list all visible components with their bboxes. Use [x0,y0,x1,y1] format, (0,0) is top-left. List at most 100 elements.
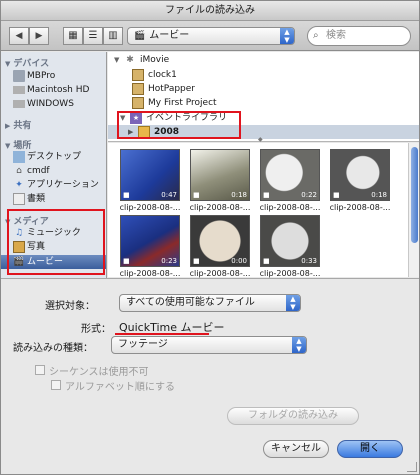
disclosure-triangle-icon: ▼ [114,56,120,64]
popup-arrows-icon: ▲ ▼ [280,28,294,44]
video-camera-icon: ■ [193,191,200,199]
video-camera-icon: ■ [333,191,340,199]
import-dialog: ファイルの読み込み ◀ ▶ ▦ ☰ ▥ 🎬 ムービー ▲ ▼ ⌕ 検索 ▼ デバイス M… [0,0,420,475]
video-camera-icon: ■ [123,191,130,199]
tree-row-project[interactable]: My First Project [108,96,419,110]
sequence-checkbox[interactable] [35,365,45,375]
enable-value: すべての使用可能なファイル [126,297,255,308]
tree-row-project[interactable]: HotPapper [108,82,419,96]
forward-arrow-icon: ▶ [35,31,43,41]
clip-thumbnail[interactable]: ■ 0:47 [120,149,180,201]
sidebar-item-windows[interactable]: WINDOWS [1,97,106,111]
format-label: 形式： [81,324,111,335]
search-input[interactable]: ⌕ 検索 [307,26,411,46]
computer-icon [13,70,25,82]
toolbar: ◀ ▶ ▦ ☰ ▥ 🎬 ムービー ▲ ▼ ⌕ 検索 [1,21,419,51]
event-library-star-icon: ★ [130,112,142,124]
applications-icon: ✦ [15,180,23,190]
icon-view-icon: ▦ [68,30,78,41]
video-camera-icon: ■ [263,257,270,265]
sidebar-section-shared[interactable]: ▶ 共有 [5,118,31,131]
clip-caption[interactable]: clip-2008-08-... [117,203,183,212]
list-view-icon: ☰ [88,30,98,41]
event-folder-icon [138,126,150,138]
documents-icon [13,193,25,205]
import-type-label: 読み込みの種類： [13,343,93,354]
disclosure-triangle-icon: ▼ [5,142,11,150]
sequence-label: シーケンスは使用不可 [49,367,149,378]
import-folder-button[interactable]: フォルダの読み込み [227,407,359,425]
splitter-handle-icon[interactable]: ◆ [258,136,266,143]
alphabetical-checkbox[interactable] [51,380,61,390]
sidebar-item-macintosh-hd[interactable]: Macintosh HD [1,83,106,97]
disclosure-triangle-icon: ▼ [5,218,11,226]
music-note-icon: ♫ [14,228,24,238]
icon-view-button[interactable]: ▦ [63,27,83,45]
clip-caption[interactable]: clip-2008-08-... [187,203,253,212]
photo-icon [13,241,25,253]
search-icon: ⌕ [313,30,319,41]
search-placeholder: 検索 [326,30,346,41]
clip-thumbnail[interactable]: ■ 0:33 [260,215,320,267]
clip-thumbnail[interactable]: ■ 0:18 [190,149,250,201]
popup-arrows-icon: ▲ ▼ [286,295,300,311]
clip-thumbnail[interactable]: ■ 0:18 [330,149,390,201]
open-button[interactable]: 開く [337,440,403,458]
resize-grip-icon[interactable] [407,462,417,472]
video-camera-icon: ■ [123,257,130,265]
sidebar-item-cmdf[interactable]: ⌂ cmdf [1,164,106,178]
clip-caption[interactable]: clip-2008-08-... [257,269,323,278]
sidebar-item-documents[interactable]: 書類 [1,192,106,206]
project-icon [132,97,144,109]
disclosure-triangle-icon: ▼ [5,60,11,68]
tree-row-imovie[interactable]: ▼ ✱ iMovie [108,53,419,67]
window-title: ファイルの読み込み [1,1,419,21]
scrollbar-thumb[interactable] [411,147,418,243]
thumbnail-scrollbar[interactable] [408,143,419,277]
back-arrow-icon: ◀ [15,31,23,41]
clip-caption[interactable]: clip-2008-08-... [257,203,323,212]
project-icon [132,83,144,95]
sidebar-item-movies[interactable]: 🎬 ムービー [1,255,106,269]
imovie-star-icon: ✱ [126,55,134,65]
clip-thumbnail[interactable]: ■ 0:00 [190,215,250,267]
disclosure-triangle-icon: ▼ [120,114,126,122]
disclosure-triangle-right-icon: ▶ [5,122,11,130]
cancel-button[interactable]: キャンセル [263,440,329,458]
clip-thumbnail-grid: ■ 0:47 clip-2008-08-... ■ 0:18 clip-2008-0… [108,143,419,278]
imovie-browser: ▼ ✱ iMovie clock1 HotPapper My First Proje… [108,52,419,143]
import-type-value: フッテージ [118,339,168,350]
import-options-panel: 選択対象： すべての使用可能なファイル ▲ ▼ 形式： QuickTime ムービ… [1,278,419,474]
hard-drive-icon [13,100,25,108]
forward-button[interactable]: ▶ [29,27,49,45]
import-type-popup[interactable]: フッテージ ▲ ▼ [111,336,307,354]
column-view-icon: ▥ [108,30,118,41]
desktop-icon [13,151,25,163]
clip-caption[interactable]: clip-2008-08-... [187,269,253,278]
clip-caption[interactable]: clip-2008-08-... [327,203,393,212]
list-view-button[interactable]: ☰ [83,27,103,45]
tree-row-project[interactable]: clock1 [108,68,419,82]
sidebar: ▼ デバイス MBPro Macintosh HD WINDOWS ▶ 共有 ▼ 場所… [1,52,107,278]
enable-popup[interactable]: すべての使用可能なファイル ▲ ▼ [119,294,301,312]
sidebar-item-applications[interactable]: ✦ アプリケーション [1,178,106,192]
column-view-button[interactable]: ▥ [103,27,123,45]
clip-thumbnail[interactable]: ■ 0:23 [120,215,180,267]
video-camera-icon: ■ [193,257,200,265]
alphabetical-label: アルファベット順にする [65,382,175,393]
sidebar-section-devices[interactable]: ▼ デバイス [5,56,49,69]
project-icon [132,69,144,81]
tree-row-event-library[interactable]: ▼ ★ イベントライブラリ [108,111,419,125]
annotation-underline-format [115,333,209,335]
hard-drive-icon [13,86,25,94]
sidebar-item-mbpro[interactable]: MBPro [1,69,106,83]
location-popup[interactable]: 🎬 ムービー ▲ ▼ [127,27,295,45]
back-button[interactable]: ◀ [9,27,29,45]
sidebar-item-photos[interactable]: 写真 [1,240,106,254]
clip-thumbnail[interactable]: ■ 0:22 [260,149,320,201]
sidebar-item-music[interactable]: ♫ ミュージック [1,226,106,240]
enable-label: 選択対象： [45,301,95,312]
video-camera-icon: ■ [263,191,270,199]
sidebar-item-desktop[interactable]: デスクトップ [1,150,106,164]
clip-caption[interactable]: clip-2008-08-... [117,269,183,278]
